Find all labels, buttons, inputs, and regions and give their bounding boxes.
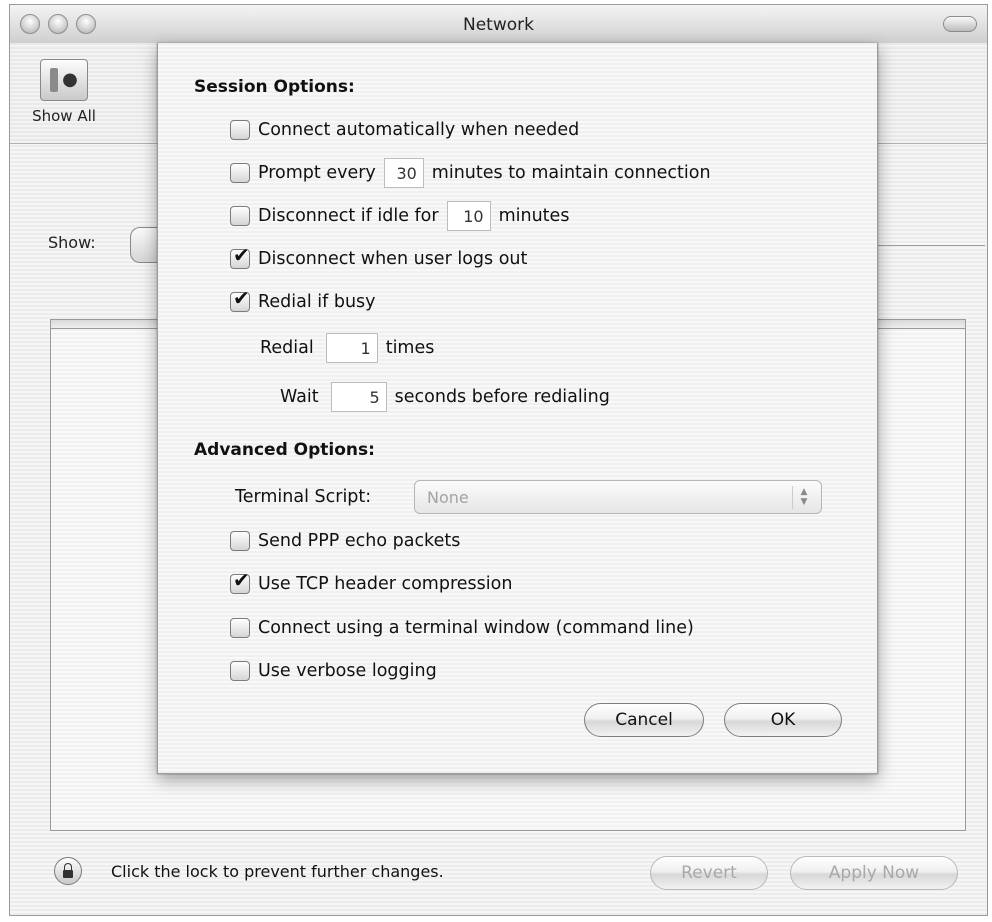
wait-row: Wait 5 seconds before redialing	[280, 382, 610, 412]
checkmark-icon: ✔	[233, 243, 250, 267]
advanced-options-heading: Advanced Options:	[194, 440, 375, 460]
show-label: Show:	[48, 233, 96, 252]
redial-count-row: Redial 1 times	[260, 333, 434, 363]
send-ppp-echo-checkbox[interactable]	[230, 531, 250, 551]
terminal-script-popup[interactable]: None ▲ ▼	[414, 480, 822, 514]
disconnect-idle-checkbox[interactable]	[230, 206, 250, 226]
show-all-button[interactable]: ● Show All	[24, 59, 104, 125]
redial-suffix: times	[385, 338, 435, 358]
tcp-compression-option[interactable]: ✔ Use TCP header compression	[230, 570, 513, 596]
disconnect-logout-label: Disconnect when user logs out	[258, 249, 528, 269]
prompt-every-label: Prompt every	[258, 163, 376, 183]
wait-label: Wait	[280, 387, 319, 407]
connect-automatically-option[interactable]: Connect automatically when needed	[230, 118, 579, 142]
disconnect-logout-option[interactable]: ✔ Disconnect when user logs out	[230, 245, 528, 271]
tcp-compression-checkbox[interactable]: ✔	[230, 570, 250, 594]
connect-automatically-checkbox[interactable]	[230, 120, 250, 140]
switch-icon	[50, 68, 59, 92]
terminal-script-value: None	[427, 487, 469, 507]
verbose-logging-checkbox[interactable]	[230, 661, 250, 681]
toolbar-toggle-button[interactable]	[943, 16, 977, 32]
tcp-compression-label: Use TCP header compression	[258, 574, 513, 594]
show-all-label: Show All	[32, 107, 96, 125]
verbose-logging-option[interactable]: Use verbose logging	[230, 659, 437, 683]
redial-label: Redial	[260, 338, 314, 358]
apply-now-button[interactable]: Apply Now	[790, 856, 958, 890]
session-options-heading: Session Options:	[194, 77, 355, 97]
terminal-window-checkbox[interactable]	[230, 618, 250, 638]
wait-seconds-field[interactable]: 5	[330, 382, 387, 412]
wait-suffix: seconds before redialing	[394, 387, 610, 407]
cancel-button[interactable]: Cancel	[584, 703, 704, 737]
terminal-window-label: Connect using a terminal window (command…	[258, 618, 694, 638]
popup-arrows-icon: ▲ ▼	[792, 486, 815, 509]
show-all-icon: ●	[40, 59, 88, 101]
disconnect-idle-option[interactable]: Disconnect if idle for 10 minutes	[230, 201, 570, 231]
disconnect-idle-suffix: minutes	[498, 206, 570, 226]
disconnect-idle-label: Disconnect if idle for	[258, 206, 439, 226]
prompt-every-checkbox[interactable]	[230, 163, 250, 183]
prompt-every-option[interactable]: Prompt every 30 minutes to maintain conn…	[230, 158, 711, 188]
redial-if-busy-checkbox[interactable]: ✔	[230, 288, 250, 312]
terminal-script-label: Terminal Script:	[235, 487, 372, 507]
revert-button[interactable]: Revert	[650, 856, 768, 890]
disconnect-logout-checkbox[interactable]: ✔	[230, 245, 250, 269]
apple-icon: ●	[62, 69, 78, 90]
connect-automatically-label: Connect automatically when needed	[258, 120, 580, 140]
network-window: Network ● Show All Show: Click the lock …	[9, 4, 988, 916]
lock-button[interactable]	[54, 857, 82, 885]
redial-count-field[interactable]: 1	[325, 333, 378, 363]
ppp-options-sheet: Session Options: Connect automatically w…	[157, 43, 878, 774]
lock-icon	[63, 862, 73, 878]
redial-if-busy-label: Redial if busy	[258, 292, 376, 312]
send-ppp-echo-option[interactable]: Send PPP echo packets	[230, 529, 460, 553]
ok-button[interactable]: OK	[724, 703, 842, 737]
redial-if-busy-option[interactable]: ✔ Redial if busy	[230, 288, 376, 314]
prompt-minutes-field[interactable]: 30	[383, 158, 424, 188]
window-title: Network	[463, 15, 534, 35]
lock-status-text: Click the lock to prevent further change…	[111, 862, 444, 881]
verbose-logging-label: Use verbose logging	[258, 661, 437, 681]
terminal-window-option[interactable]: Connect using a terminal window (command…	[230, 616, 694, 640]
prompt-every-suffix: minutes to maintain connection	[431, 163, 711, 183]
divider	[865, 245, 985, 246]
send-ppp-echo-label: Send PPP echo packets	[258, 531, 461, 551]
title-bar: Network	[10, 5, 987, 44]
idle-minutes-field[interactable]: 10	[446, 201, 491, 231]
checkmark-icon: ✔	[233, 568, 250, 592]
checkmark-icon: ✔	[233, 286, 250, 310]
